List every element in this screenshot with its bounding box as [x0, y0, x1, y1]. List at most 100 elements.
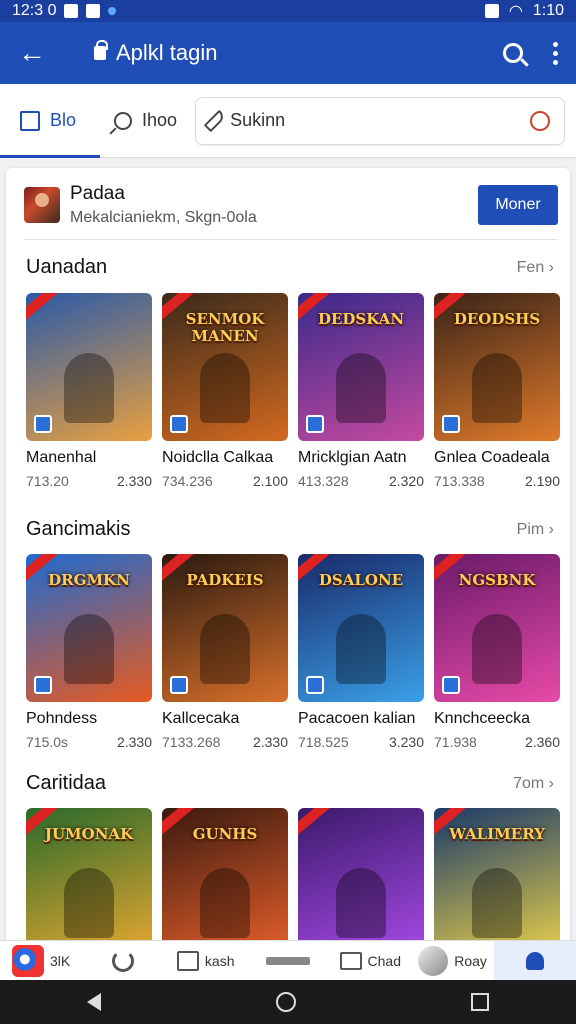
pen-icon [203, 109, 227, 132]
game-tile[interactable]: Manenhal 713.20 2.330 [26, 293, 152, 489]
game-tile[interactable]: SENMOK MANEN Noidclla Calkaa 734.236 2.100 [162, 293, 288, 489]
back-arrow-icon[interactable]: ← [18, 37, 54, 69]
game-thumbnail[interactable]: WALIMERY [434, 808, 560, 956]
game-thumbnail[interactable]: JUMONAK [26, 808, 152, 956]
game-logo-text: JUMONAK [44, 825, 134, 843]
search-field[interactable]: Sukinn [195, 96, 566, 145]
app-bar-actions [503, 41, 558, 65]
game-logo-text: DEDSKAN [317, 310, 405, 328]
nav-item-profile[interactable] [493, 940, 576, 981]
person-icon [525, 951, 544, 970]
profile-name: Padaa [70, 182, 125, 204]
character-art [472, 353, 522, 423]
nav-item-roay[interactable]: Roay [411, 941, 493, 981]
page-title: Aplkl tagin [116, 40, 218, 65]
game-meta: 718.525 3.230 [298, 734, 424, 750]
game-title: Pacacoen kalian [298, 710, 416, 727]
game-thumbnail[interactable]: DSALONE [298, 554, 424, 702]
game-meta: 71.938 2.360 [434, 734, 560, 750]
lock-icon [94, 40, 108, 60]
game-meta: 413.328 2.320 [298, 473, 424, 489]
system-home-icon[interactable] [275, 992, 296, 1012]
game-thumbnail[interactable]: GUNHS [162, 808, 288, 956]
corner-badge-icon [170, 676, 188, 694]
game-tile[interactable]: JUMONAK [26, 808, 152, 956]
tools-icon [112, 949, 135, 972]
game-tile[interactable]: DEDSKAN Mricklgian Aatn 413.328 2.320 [298, 293, 424, 489]
game-rating: 2.190 [524, 473, 560, 489]
search-label: Sukinn [230, 110, 286, 130]
app-icon [12, 944, 45, 977]
game-logo-text: WALIMERY [449, 825, 545, 843]
bar-icon [265, 956, 310, 965]
corner-badge-icon [306, 676, 324, 694]
game-tile[interactable]: DEODSHS Gnlea Coadeala 713.338 2.190 [434, 293, 560, 489]
game-tile[interactable]: DSALONE Pacacoen kalian 718.525 3.230 [298, 554, 424, 750]
game-title: Mricklgian Aatn [298, 449, 407, 466]
game-rating: 2.100 [252, 473, 288, 489]
section-header: Caritidaa 7om › [26, 772, 554, 795]
character-art [336, 868, 386, 938]
user-icon[interactable] [530, 110, 551, 131]
game-thumbnail[interactable]: DEODSHS [434, 293, 560, 441]
nav-item-app[interactable]: 3lK [0, 941, 82, 981]
tab-ihoo[interactable]: Ihoo [96, 84, 185, 158]
game-thumbnail[interactable]: NGSBNK [434, 554, 560, 702]
game-thumbnail[interactable] [26, 293, 152, 441]
section-more-link[interactable]: Fen › [517, 259, 554, 277]
box-icon [20, 110, 40, 131]
game-downloads: 718.525 [298, 734, 349, 750]
section-title: Caritidaa [26, 772, 107, 794]
game-rating: 2.320 [388, 473, 424, 489]
game-rating: 2.330 [116, 734, 152, 750]
system-back-icon[interactable] [87, 993, 102, 1011]
game-meta: 713.20 2.330 [26, 473, 152, 489]
game-title: Noidclla Calkaa [162, 449, 274, 466]
nav-item-bar[interactable] [247, 941, 329, 981]
game-thumbnail[interactable] [298, 808, 424, 956]
game-downloads: 7133.268 [162, 734, 221, 750]
game-logo-text: GUNHS [192, 825, 258, 843]
section-more-link[interactable]: 7om › [513, 775, 554, 793]
game-downloads: 713.338 [434, 473, 485, 489]
game-tile[interactable]: NGSBNK Knnchceecka 71.938 2.360 [434, 554, 560, 750]
nav-item-chad[interactable]: Chad [329, 941, 411, 981]
game-logo-text: DRGMKN [48, 571, 130, 589]
gallery-icon [86, 4, 101, 18]
character-art [200, 868, 250, 938]
character-art [200, 353, 250, 423]
game-downloads: 71.938 [434, 734, 477, 750]
game-tile[interactable]: DRGMKN Pohndess 715.0s 2.330 [26, 554, 152, 750]
avatar-icon [418, 945, 449, 976]
battery-time: 1:10 [532, 2, 564, 19]
game-tile[interactable]: WALIMERY [434, 808, 560, 956]
tab-label: Blo [50, 110, 77, 130]
section-title: Uanadan [26, 256, 108, 278]
search-icon[interactable] [503, 43, 523, 63]
nav-item-kash[interactable]: kash [165, 941, 247, 981]
section-more-link[interactable]: Pim › [517, 521, 554, 539]
game-thumbnail[interactable]: DEDSKAN [298, 293, 424, 441]
status-right: ◠ 1:10 [484, 1, 564, 21]
more-vert-icon[interactable] [553, 41, 558, 65]
game-tile[interactable]: GUNHS [162, 808, 288, 956]
game-logo-text: NGSBNK [458, 571, 536, 589]
game-thumbnail[interactable]: SENMOK MANEN [162, 293, 288, 441]
game-tile[interactable] [298, 808, 424, 956]
profile-action-button[interactable]: Moner [478, 184, 558, 225]
game-thumbnail[interactable]: PADKEIS [162, 554, 288, 702]
system-recents-icon[interactable] [470, 993, 489, 1011]
corner-badge-icon [442, 415, 460, 433]
tab-bar: Blo Ihoo Sukinn [0, 84, 576, 158]
game-thumbnail[interactable]: DRGMKN [26, 554, 152, 702]
game-tile[interactable]: PADKEIS Kallcecaka 7133.268 2.330 [162, 554, 288, 750]
corner-badge-icon [170, 415, 188, 433]
avatar[interactable] [24, 186, 60, 223]
character-art [472, 868, 522, 938]
signal-icon [484, 4, 499, 18]
tab-blo[interactable]: Blo [0, 84, 101, 158]
profile-info: Padaa Mekalcianiekm, Skgn-0ola [70, 183, 257, 227]
magnifier-icon [114, 111, 133, 130]
game-downloads: 715.0s [26, 734, 69, 750]
nav-item-tools[interactable] [82, 941, 164, 981]
